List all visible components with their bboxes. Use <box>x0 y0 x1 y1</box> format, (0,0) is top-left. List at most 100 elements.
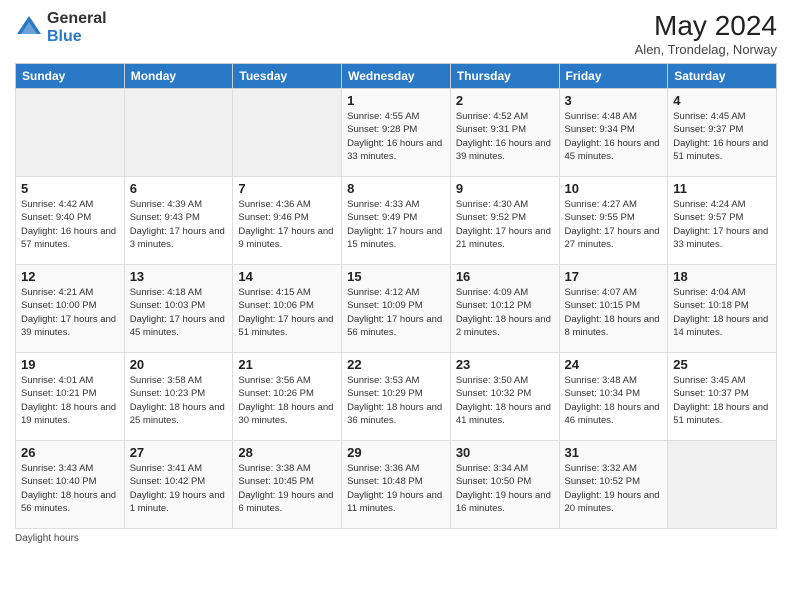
calendar-week-1: 1Sunrise: 4:55 AMSunset: 9:28 PMDaylight… <box>16 89 777 177</box>
calendar-cell: 4Sunrise: 4:45 AMSunset: 9:37 PMDaylight… <box>668 89 777 177</box>
calendar-cell: 30Sunrise: 3:34 AMSunset: 10:50 PMDaylig… <box>450 441 559 529</box>
daylight-text: Daylight: 17 hours and 45 minutes. <box>130 314 225 338</box>
sunset-text: Sunset: 10:48 PM <box>347 476 423 487</box>
day-info: Sunrise: 4:36 AMSunset: 9:46 PMDaylight:… <box>238 198 336 251</box>
calendar-week-2: 5 Sunrise: 4:42 AM Sunset: 9:40 PM Daylight… <box>16 177 777 265</box>
sunset-text: Sunset: 10:21 PM <box>21 388 97 399</box>
daylight-text: Daylight: 19 hours and 20 minutes. <box>565 490 660 514</box>
calendar-cell: 27Sunrise: 3:41 AMSunset: 10:42 PMDaylig… <box>124 441 233 529</box>
day-number: 15 <box>347 269 445 284</box>
title-area: May 2024 Alen, Trondelag, Norway <box>635 10 777 57</box>
sunrise-text: Sunrise: 4:09 AM <box>456 287 528 298</box>
sunset-text: Sunset: 9:57 PM <box>673 212 743 223</box>
daylight-text: Daylight: 16 hours and 57 minutes. <box>21 226 116 250</box>
sunset-text: Sunset: 9:37 PM <box>673 124 743 135</box>
daylight-text: Daylight: 18 hours and 2 minutes. <box>456 314 551 338</box>
sunset-text: Sunset: 10:32 PM <box>456 388 532 399</box>
day-number: 24 <box>565 357 663 372</box>
day-number: 23 <box>456 357 554 372</box>
col-header-friday: Friday <box>559 64 668 89</box>
daylight-label: Daylight hours <box>15 533 79 544</box>
calendar-cell: 14Sunrise: 4:15 AMSunset: 10:06 PMDaylig… <box>233 265 342 353</box>
month-year: May 2024 <box>635 10 777 42</box>
calendar-cell: 28Sunrise: 3:38 AMSunset: 10:45 PMDaylig… <box>233 441 342 529</box>
sunrise-text: Sunrise: 3:50 AM <box>456 375 528 386</box>
daylight-text: Daylight: 16 hours and 33 minutes. <box>347 138 442 162</box>
sunrise-text: Sunrise: 4:42 AM <box>21 199 93 210</box>
day-info: Sunrise: 3:36 AM Sunset: 10:48 PM Daylight… <box>347 462 445 515</box>
day-info: Sunrise: 3:50 AMSunset: 10:32 PMDaylight… <box>456 374 554 427</box>
sunset-text: Sunset: 10:42 PM <box>130 476 206 487</box>
sunrise-text: Sunrise: 4:21 AM <box>21 287 93 298</box>
day-info: Sunrise: 3:53 AMSunset: 10:29 PMDaylight… <box>347 374 445 427</box>
calendar-header-row: SundayMondayTuesdayWednesdayThursdayFrid… <box>16 64 777 89</box>
col-header-thursday: Thursday <box>450 64 559 89</box>
calendar-cell: 22 Sunrise: 3:53 AMSunset: 10:29 PMDaylig… <box>342 353 451 441</box>
day-info: Sunrise: 4:07 AMSunset: 10:15 PMDaylight… <box>565 286 663 339</box>
sunrise-text: Sunrise: 3:45 AM <box>673 375 745 386</box>
daylight-text: Daylight: 17 hours and 15 minutes. <box>347 226 442 250</box>
sunrise-text: Sunrise: 4:04 AM <box>673 287 745 298</box>
page: General Blue May 2024 Alen, Trondelag, N… <box>0 0 792 612</box>
day-number: 31 <box>565 445 663 460</box>
day-number: 5 <box>21 181 119 196</box>
daylight-text: Daylight: 18 hours and 36 minutes. <box>347 402 442 426</box>
calendar-cell: 6Sunrise: 4:39 AMSunset: 9:43 PMDaylight… <box>124 177 233 265</box>
sunrise-text: Sunrise: 3:34 AM <box>456 463 528 474</box>
sunrise-text: Sunrise: 4:15 AM <box>238 287 310 298</box>
day-info: Sunrise: 4:15 AMSunset: 10:06 PMDaylight… <box>238 286 336 339</box>
sunrise-text: Sunrise: 3:38 AM <box>238 463 310 474</box>
day-number: 30 <box>456 445 554 460</box>
sunrise-text: Sunrise: 4:12 AM <box>347 287 419 298</box>
daylight-text: Daylight: 18 hours and 30 minutes. <box>238 402 333 426</box>
footer-note: Daylight hours <box>15 533 777 544</box>
col-header-saturday: Saturday <box>668 64 777 89</box>
sunrise-text: Sunrise: 3:48 AM <box>565 375 637 386</box>
day-number: 6 <box>130 181 228 196</box>
sunrise-text: Sunrise: 4:48 AM <box>565 111 637 122</box>
sunset-text: Sunset: 10:15 PM <box>565 300 641 311</box>
sunrise-text: Sunrise: 4:24 AM <box>673 199 745 210</box>
day-number: 8 <box>347 181 445 196</box>
daylight-text: Daylight: 19 hours and 11 minutes. <box>347 490 442 514</box>
sunset-text: Sunset: 10:26 PM <box>238 388 314 399</box>
sunset-text: Sunset: 10:34 PM <box>565 388 641 399</box>
sunset-text: Sunset: 9:40 PM <box>21 212 91 223</box>
daylight-text: Daylight: 16 hours and 39 minutes. <box>456 138 551 162</box>
daylight-text: Daylight: 18 hours and 51 minutes. <box>673 402 768 426</box>
sunrise-text: Sunrise: 4:36 AM <box>238 199 310 210</box>
day-number: 28 <box>238 445 336 460</box>
sunset-text: Sunset: 10:37 PM <box>673 388 749 399</box>
calendar-cell: 23Sunrise: 3:50 AMSunset: 10:32 PMDaylig… <box>450 353 559 441</box>
daylight-text: Daylight: 18 hours and 25 minutes. <box>130 402 225 426</box>
calendar-cell <box>124 89 233 177</box>
sunrise-text: Sunrise: 3:41 AM <box>130 463 202 474</box>
daylight-text: Daylight: 17 hours and 27 minutes. <box>565 226 660 250</box>
daylight-text: Daylight: 18 hours and 14 minutes. <box>673 314 768 338</box>
sunrise-text: Sunrise: 3:36 AM <box>347 463 419 474</box>
day-number: 22 <box>347 357 445 372</box>
sunset-text: Sunset: 9:46 PM <box>238 212 308 223</box>
day-info: Sunrise: 4:45 AMSunset: 9:37 PMDaylight:… <box>673 110 771 163</box>
day-info: Sunrise: 4:04 AMSunset: 10:18 PMDaylight… <box>673 286 771 339</box>
sunrise-text: Sunrise: 4:01 AM <box>21 375 93 386</box>
daylight-text: Daylight: 17 hours and 33 minutes. <box>673 226 768 250</box>
day-number: 10 <box>565 181 663 196</box>
calendar-cell: 25Sunrise: 3:45 AMSunset: 10:37 PMDaylig… <box>668 353 777 441</box>
sunset-text: Sunset: 10:50 PM <box>456 476 532 487</box>
calendar-cell: 5 Sunrise: 4:42 AM Sunset: 9:40 PM Daylight… <box>16 177 125 265</box>
calendar-cell: 26Sunrise: 3:43 AMSunset: 10:40 PMDaylig… <box>16 441 125 529</box>
calendar-cell <box>16 89 125 177</box>
day-number: 12 <box>21 269 119 284</box>
day-number: 13 <box>130 269 228 284</box>
sunrise-text: Sunrise: 4:55 AM <box>347 111 419 122</box>
calendar-cell: 13Sunrise: 4:18 AMSunset: 10:03 PMDaylig… <box>124 265 233 353</box>
calendar-cell: 11Sunrise: 4:24 AMSunset: 9:57 PMDayligh… <box>668 177 777 265</box>
daylight-text: Daylight: 18 hours and 46 minutes. <box>565 402 660 426</box>
daylight-text: Daylight: 16 hours and 45 minutes. <box>565 138 660 162</box>
day-number: 29 <box>347 445 445 460</box>
calendar-week-5: 26Sunrise: 3:43 AMSunset: 10:40 PMDaylig… <box>16 441 777 529</box>
logo-icon <box>15 14 43 42</box>
calendar-cell: 24 Sunrise: 3:48 AM Sunset: 10:34 PM Daylig… <box>559 353 668 441</box>
day-number: 7 <box>238 181 336 196</box>
